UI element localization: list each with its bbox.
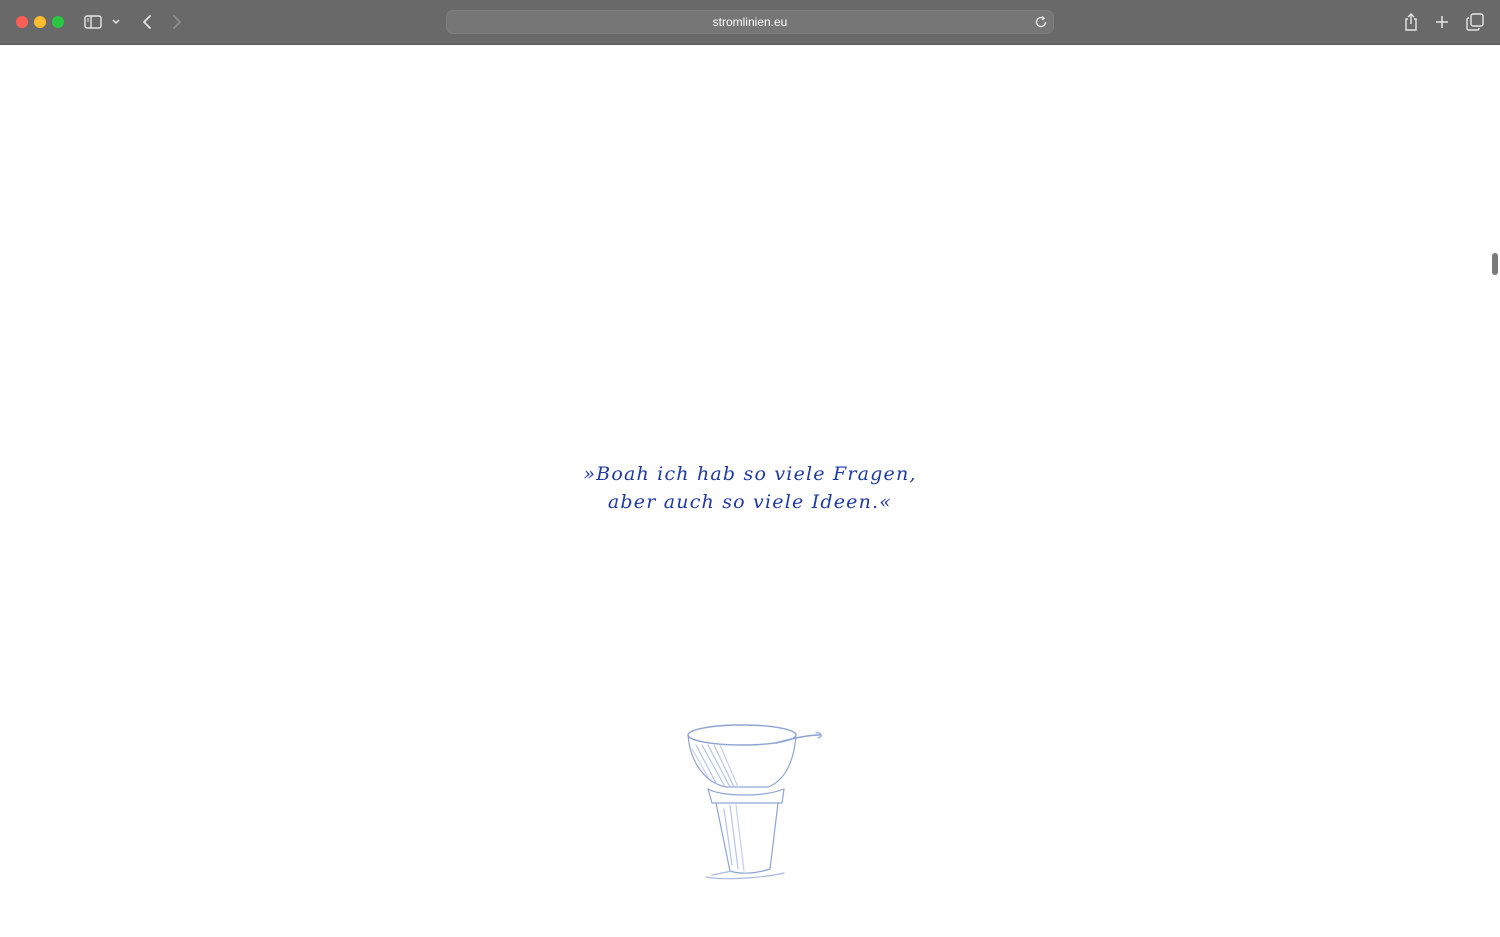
close-window-button[interactable] xyxy=(16,16,28,28)
ice-cream-cup-sketch xyxy=(672,705,832,905)
tabs-overview-icon[interactable] xyxy=(1464,11,1486,33)
minimize-window-button[interactable] xyxy=(34,16,46,28)
browser-toolbar: stromlinien.eu xyxy=(0,0,1500,45)
chevron-down-icon[interactable] xyxy=(108,11,124,33)
web-page: »Boah ich hab so viele Fragen, aber auch… xyxy=(0,45,1500,937)
reload-icon[interactable] xyxy=(1033,14,1049,30)
quote-line-2: aber auch so viele Ideen.« xyxy=(607,491,893,513)
share-icon[interactable] xyxy=(1400,11,1422,33)
maximize-window-button[interactable] xyxy=(52,16,64,28)
forward-icon[interactable] xyxy=(166,11,188,33)
quote-line-1: »Boah ich hab so viele Fragen, xyxy=(583,463,917,485)
url-text: stromlinien.eu xyxy=(712,15,788,29)
back-icon[interactable] xyxy=(136,11,158,33)
address-bar[interactable]: stromlinien.eu xyxy=(446,10,1054,34)
scrollbar-thumb[interactable] xyxy=(1492,253,1498,275)
new-tab-icon[interactable] xyxy=(1431,11,1453,33)
quote-text: »Boah ich hab so viele Fragen, aber auch… xyxy=(450,460,1050,516)
sidebar-icon[interactable] xyxy=(82,11,104,33)
